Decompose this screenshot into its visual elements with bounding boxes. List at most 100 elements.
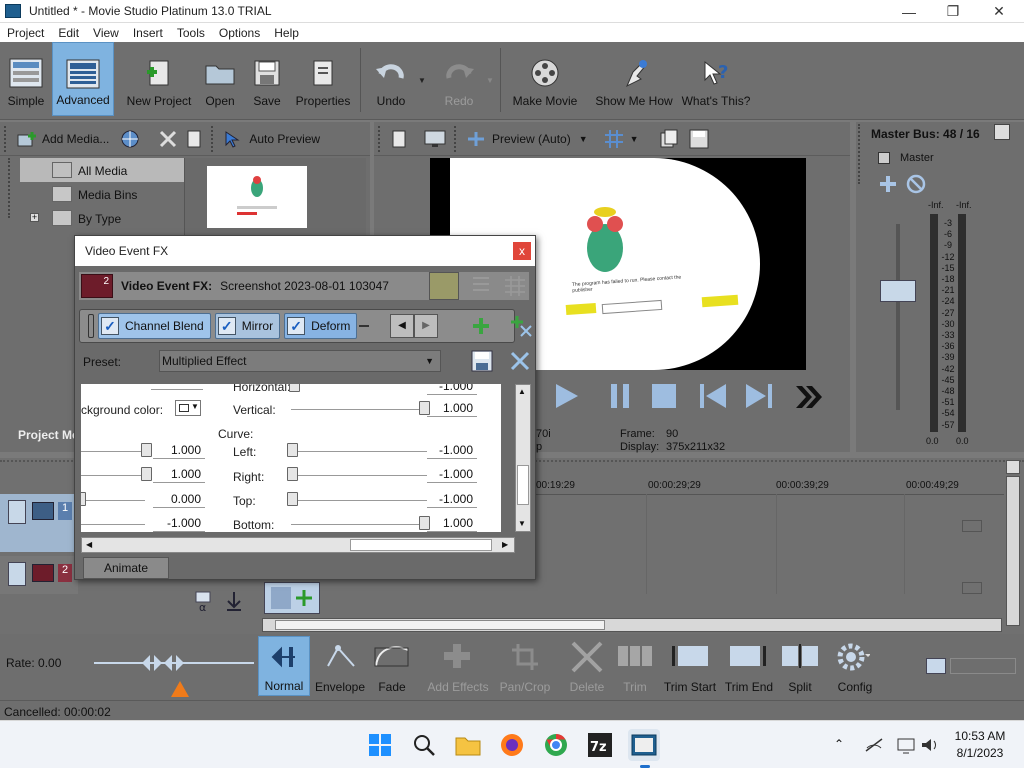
split-button[interactable]: Split: [778, 636, 822, 696]
vertical-value[interactable]: 1.000: [427, 400, 477, 417]
add-plugin-icon[interactable]: [471, 316, 491, 336]
param-row2-value[interactable]: 1.000: [153, 466, 205, 483]
search-icon[interactable]: [408, 729, 440, 761]
add-media-button[interactable]: Add Media...: [42, 132, 109, 146]
trim-tool-button[interactable]: Trim: [612, 636, 658, 696]
auto-preview-button[interactable]: Auto Preview: [249, 132, 320, 146]
expand-icon[interactable]: +: [30, 213, 39, 222]
grid-icon[interactable]: [604, 129, 624, 149]
redo-button[interactable]: Redo: [432, 42, 486, 116]
show-me-how-button[interactable]: Show Me How: [592, 42, 676, 116]
curve-right-slider[interactable]: [287, 467, 298, 481]
grid-view-icon[interactable]: [503, 274, 527, 298]
master-properties-icon[interactable]: [994, 124, 1010, 140]
scroll-down-icon[interactable]: ▼: [518, 519, 526, 528]
horizontal-value[interactable]: -1.000: [427, 384, 477, 395]
param-row3-slider[interactable]: [81, 492, 86, 506]
list-view-icon[interactable]: [469, 274, 493, 298]
alpha-icon[interactable]: α: [194, 590, 214, 614]
menu-options[interactable]: Options: [212, 26, 267, 40]
curve-top-value[interactable]: -1.000: [427, 491, 477, 508]
param-row1-value[interactable]: 1.000: [153, 442, 205, 459]
track-2-header[interactable]: 2: [0, 556, 78, 594]
scroll-left-icon[interactable]: ◀: [86, 540, 92, 549]
fx-channel-blend[interactable]: ✓ Channel Blend: [98, 313, 211, 339]
param-row1-slider[interactable]: [141, 443, 152, 457]
menu-insert[interactable]: Insert: [126, 26, 170, 40]
preview-properties-icon[interactable]: [390, 130, 410, 148]
preview-mode-chevron-icon[interactable]: ▼: [579, 134, 588, 144]
save-snapshot-icon[interactable]: [689, 129, 709, 149]
project-media-tab[interactable]: Project Me: [18, 428, 79, 442]
fx-deform[interactable]: ✓ Deform: [284, 313, 358, 339]
preset-dropdown[interactable]: Multiplied Effect ▼: [159, 350, 441, 372]
curve-left-value[interactable]: -1.000: [427, 442, 477, 459]
file-explorer-icon[interactable]: [452, 729, 484, 761]
track-2-expand-icon[interactable]: [8, 562, 26, 586]
simple-button[interactable]: Simple: [2, 42, 50, 116]
monitor-icon[interactable]: [424, 130, 446, 148]
chain-scroll-left-icon[interactable]: ◀: [390, 314, 414, 338]
tree-item-by-type[interactable]: + By Type: [20, 206, 184, 230]
save-preset-icon[interactable]: [471, 350, 493, 372]
split-screen-icon[interactable]: [466, 130, 486, 148]
horizontal-slider[interactable]: [289, 384, 300, 392]
menu-edit[interactable]: Edit: [51, 26, 86, 40]
undo-dropdown-icon[interactable]: ▼: [418, 76, 426, 85]
trim-end-button[interactable]: Trim End: [720, 636, 778, 696]
preview-mode-dropdown[interactable]: Preview (Auto): [492, 132, 571, 146]
params-vscrollbar[interactable]: ▲ ▼: [515, 384, 531, 532]
timeline-menu-icon[interactable]: [1006, 460, 1020, 474]
zoom-slider[interactable]: [950, 658, 1016, 674]
copy-snapshot-icon[interactable]: [659, 129, 679, 149]
timeline-vscrollbar[interactable]: [1006, 476, 1020, 626]
params-vscroll-thumb[interactable]: [517, 465, 529, 505]
zoom-icon[interactable]: [926, 658, 946, 674]
params-hscroll-thumb[interactable]: [350, 539, 492, 551]
curve-right-value[interactable]: -1.000: [427, 466, 477, 483]
dialog-close-button[interactable]: x: [513, 242, 531, 260]
params-hscrollbar[interactable]: ◀ ▶: [81, 537, 515, 553]
menu-tools[interactable]: Tools: [170, 26, 212, 40]
animate-button[interactable]: Animate: [83, 557, 169, 579]
minimize-button[interactable]: —: [886, 0, 932, 23]
maximize-button[interactable]: ❐: [930, 0, 976, 23]
track-1-header[interactable]: 1: [0, 494, 78, 552]
chevron-up-icon[interactable]: ⌃: [834, 737, 844, 751]
redo-dropdown-icon[interactable]: ▼: [486, 76, 494, 85]
timeline-hscrollbar[interactable]: [262, 618, 1002, 632]
trim-start-button[interactable]: Trim Start: [660, 636, 720, 696]
clock-date[interactable]: 8/1/2023: [952, 746, 1008, 760]
deform-checkbox[interactable]: ✓: [287, 317, 306, 335]
display-icon[interactable]: [896, 735, 916, 755]
curve-left-slider[interactable]: [287, 443, 298, 457]
play-button[interactable]: [552, 382, 580, 410]
curve-bottom-value[interactable]: 1.000: [427, 515, 477, 532]
chrome-icon[interactable]: [540, 729, 572, 761]
media-thumbnail[interactable]: [207, 166, 307, 228]
make-movie-button[interactable]: Make Movie: [508, 42, 582, 116]
rate-marker-icon[interactable]: [170, 680, 190, 698]
add-effects-button[interactable]: Add Effects: [424, 636, 492, 696]
tree-item-all-media[interactable]: All Media: [20, 158, 184, 182]
chain-view-icon[interactable]: [429, 272, 459, 300]
envelope-tool-button[interactable]: Envelope: [312, 636, 368, 696]
event-pan-icon[interactable]: [295, 589, 313, 607]
pan-crop-button[interactable]: Pan/Crop: [496, 636, 554, 696]
config-button[interactable]: Config: [826, 636, 884, 696]
menu-view[interactable]: View: [86, 26, 126, 40]
delete-preset-icon[interactable]: [509, 350, 531, 372]
channel-blend-checkbox[interactable]: ✓: [101, 317, 119, 335]
fade-tool-button[interactable]: Fade: [366, 636, 418, 696]
7zip-icon[interactable]: 7z: [584, 729, 616, 761]
close-button[interactable]: ✕: [976, 0, 1022, 23]
start-icon[interactable]: [364, 729, 396, 761]
fx-mirror[interactable]: ✓ Mirror: [214, 313, 281, 339]
next-frame-button[interactable]: [794, 384, 824, 410]
event-fx-icon[interactable]: [271, 587, 291, 609]
timeline-hscroll-thumb[interactable]: [275, 620, 605, 630]
firefox-icon[interactable]: [496, 729, 528, 761]
mirror-checkbox[interactable]: ✓: [217, 317, 236, 335]
download-arrow-icon[interactable]: [224, 590, 244, 612]
scroll-right-icon[interactable]: ▶: [502, 540, 508, 549]
